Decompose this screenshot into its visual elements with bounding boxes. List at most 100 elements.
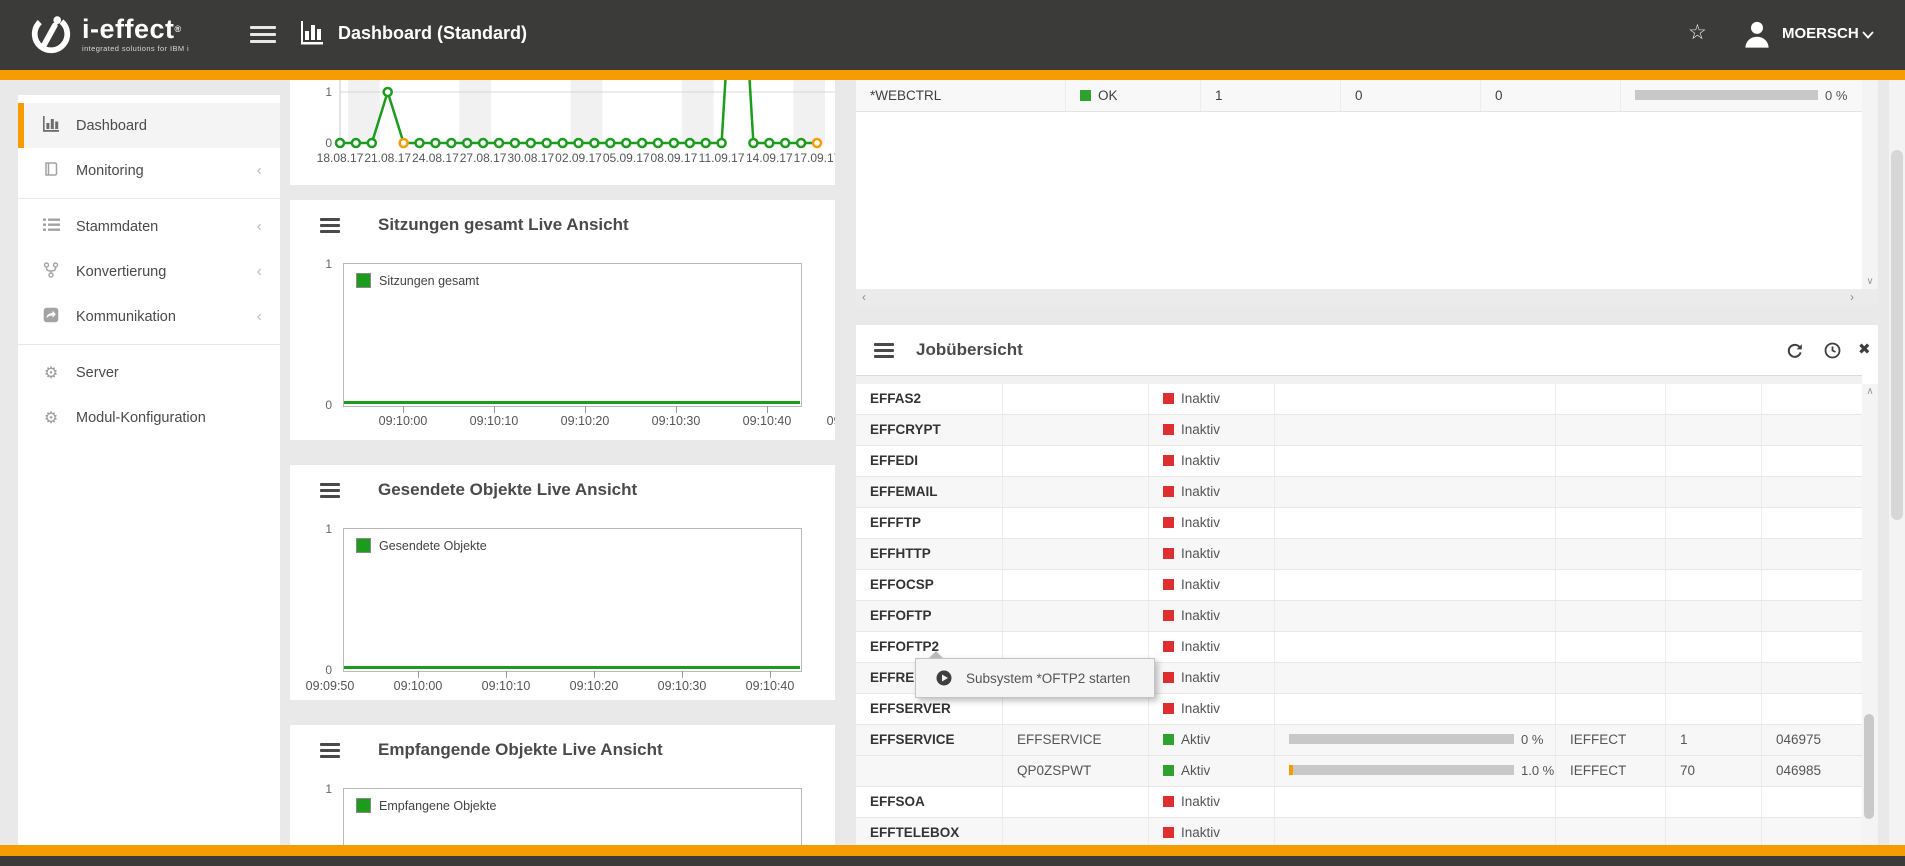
list-icon <box>40 218 62 236</box>
accent-bar-bottom <box>0 845 1905 856</box>
x-axis-label: 09:10:10 <box>482 679 531 693</box>
table-row[interactable]: EFFSOA Inaktiv <box>856 787 1862 818</box>
scroll-down-arrow[interactable]: ∨ <box>1862 276 1878 287</box>
job-name-cell: EFFOCSP <box>856 570 1003 600</box>
scrollbar-thumb[interactable] <box>1864 714 1874 819</box>
history-chart-panel: 1 0 18.08.17 21.08.17 24.08.17 27.08.17 … <box>290 80 835 185</box>
registered-mark: ® <box>175 24 182 34</box>
x-axis-label: 09:10:50 <box>827 414 835 428</box>
sidebar-item-dashboard[interactable]: Dashboard <box>18 103 280 148</box>
sidebar-item-label: Monitoring <box>76 163 144 179</box>
job-cell <box>1003 570 1149 600</box>
scroll-right-arrow[interactable]: › <box>1850 290 1854 304</box>
table-row[interactable]: EFFEMAIL Inaktiv <box>856 477 1862 508</box>
status-cell: Inaktiv <box>1149 601 1275 631</box>
x-tick <box>770 671 771 678</box>
book-icon <box>40 161 62 181</box>
table-row[interactable]: EFFOFTP Inaktiv <box>856 601 1862 632</box>
status-square-red <box>1163 424 1174 435</box>
progress-bar <box>1635 90 1818 100</box>
subsystem-name-cell: *WEBCTRL <box>856 80 1066 111</box>
table-row[interactable]: EFFSERVICE EFFSERVICE Aktiv 0 % IEFFECT … <box>856 725 1862 756</box>
job-cell <box>1003 787 1149 817</box>
sidebar-item-kommunikation[interactable]: Kommunikation ‹ <box>18 294 280 339</box>
vertical-scrollbar[interactable]: ∨ <box>1862 80 1878 289</box>
table-row[interactable]: EFFHTTP Inaktiv <box>856 539 1862 570</box>
status-cell: OK <box>1066 80 1201 111</box>
table-row[interactable]: EFFSERVER Inaktiv <box>856 694 1862 725</box>
legend-swatch <box>356 798 371 813</box>
user-menu[interactable]: MOERSCH <box>1782 25 1859 42</box>
plot-area <box>343 788 802 845</box>
sidebar-item-konvertierung[interactable]: Konvertierung ‹ <box>18 249 280 294</box>
table-row[interactable]: EFFOCSP Inaktiv <box>856 570 1862 601</box>
user-avatar-icon[interactable] <box>1742 18 1772 50</box>
status-square-red <box>1163 393 1174 404</box>
legend-swatch <box>356 538 371 553</box>
job-name-cell: EFFSERVICE <box>856 725 1003 755</box>
chart-legend: Empfangene Objekte <box>356 798 496 813</box>
status-cell: Inaktiv <box>1149 787 1275 817</box>
favorite-star-icon[interactable]: ☆ <box>1688 20 1707 45</box>
table-row[interactable]: EFFCRYPT Inaktiv <box>856 415 1862 446</box>
table-row[interactable]: EFFFTP Inaktiv <box>856 508 1862 539</box>
x-axis-label: 09:09:50 <box>306 679 355 693</box>
status-cell: Inaktiv <box>1149 415 1275 445</box>
svg-text:11.09.17: 11.09.17 <box>699 151 745 165</box>
table-row[interactable]: EFFAS2 Inaktiv <box>856 384 1862 415</box>
job-cell <box>1003 446 1149 476</box>
table-row[interactable]: EFFEDI Inaktiv <box>856 446 1862 477</box>
x-axis-label: 09:10:10 <box>470 414 519 428</box>
sidebar-item-modul-konfiguration[interactable]: ⚙ Modul-Konfiguration <box>18 395 280 440</box>
status-square-red <box>1163 517 1174 528</box>
value-cell: 1 <box>1201 80 1341 111</box>
scroll-left-arrow[interactable]: ‹ <box>862 290 866 304</box>
scroll-up-arrow[interactable]: ∧ <box>1862 386 1878 397</box>
y-tick-0: 0 <box>325 136 332 150</box>
chevron-down-icon[interactable] <box>1862 31 1874 39</box>
progress-bar <box>1289 734 1514 744</box>
sitzungen-live-panel: Sitzungen gesamt Live Ansicht 1 Sitzunge… <box>290 200 835 440</box>
subsystem-start-popup[interactable]: Subsystem *OFTP2 starten <box>915 658 1155 698</box>
progress-percent: 0 % <box>1825 88 1847 103</box>
status-square-red <box>1163 672 1174 683</box>
sidebar-item-stammdaten[interactable]: Stammdaten ‹ <box>18 204 280 249</box>
panel-menu-hamburger-icon[interactable] <box>320 483 340 498</box>
panel-menu-hamburger-icon[interactable] <box>320 218 340 233</box>
page-scrollbar-thumb[interactable] <box>1891 150 1903 520</box>
x-tick <box>494 406 495 413</box>
panel-menu-hamburger-icon[interactable] <box>320 743 340 758</box>
panel-menu-hamburger-icon[interactable] <box>874 343 894 358</box>
status-cell: Inaktiv <box>1149 818 1275 845</box>
horizontal-scrollbar[interactable]: ‹ › <box>856 289 1878 305</box>
job-cell <box>1003 539 1149 569</box>
job-cell <box>1003 477 1149 507</box>
vertical-scrollbar[interactable]: ∧ <box>1862 384 1878 845</box>
refresh-icon[interactable] <box>1786 342 1803 359</box>
job-name-cell <box>856 756 1003 786</box>
x-axis-label: 09:10:00 <box>394 679 443 693</box>
table-row[interactable]: QP0ZSPWT Aktiv 1.0 % IEFFECT 70 046985 <box>856 756 1862 787</box>
logo-swoosh-icon <box>28 11 74 57</box>
sidebar-item-server[interactable]: ⚙ Server <box>18 350 280 395</box>
status-cell: Inaktiv <box>1149 570 1275 600</box>
status-square-red <box>1163 641 1174 652</box>
top-navbar: i-effect® integrated solutions for IBM i… <box>0 0 1905 70</box>
job-name-cell: EFFSERVER <box>856 694 1003 724</box>
table-row[interactable]: *WEBCTRL OK 1 0 0 0 % <box>856 80 1862 112</box>
svg-text:18.08.17: 18.08.17 <box>317 151 364 165</box>
status-square-red <box>1163 827 1174 838</box>
job-name-cell: EFFEDI <box>856 446 1003 476</box>
svg-text:14.09.17: 14.09.17 <box>746 151 793 165</box>
close-icon[interactable]: ✖ <box>1858 340 1871 358</box>
job-name-cell: EFFSOA <box>856 787 1003 817</box>
job-name-cell: EFFOFTP <box>856 601 1003 631</box>
table-row[interactable]: EFFTELEBOX Inaktiv <box>856 818 1862 845</box>
clock-history-icon[interactable] <box>1824 342 1841 359</box>
sidebar: Dashboard Monitoring ‹ Stammdaten ‹ <box>18 95 280 845</box>
sidebar-item-monitoring[interactable]: Monitoring ‹ <box>18 148 280 193</box>
legend-label: Empfangene Objekte <box>379 799 496 813</box>
x-axis-label: 09:10:20 <box>561 414 610 428</box>
sidebar-toggle-hamburger-icon[interactable] <box>250 26 276 43</box>
app-logo[interactable]: i-effect® integrated solutions for IBM i <box>28 11 189 57</box>
